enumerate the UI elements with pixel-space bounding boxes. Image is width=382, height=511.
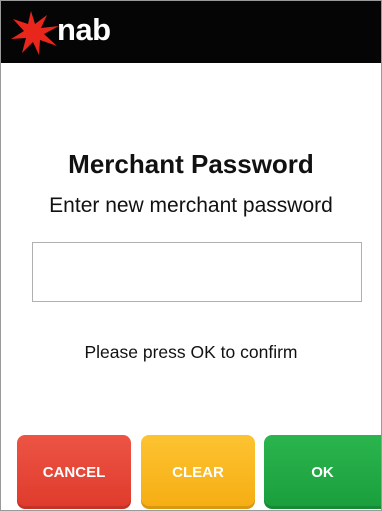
terminal-screen: nab Merchant Password Enter new merchant…: [0, 0, 382, 511]
header-bar: nab: [1, 1, 381, 63]
nab-logo: nab: [9, 7, 111, 57]
cancel-button[interactable]: CANCEL: [17, 435, 131, 509]
instruction-text: Enter new merchant password: [49, 194, 333, 217]
nab-star-icon: [11, 11, 59, 55]
ok-button[interactable]: OK: [264, 435, 381, 509]
brand-name: nab: [57, 12, 111, 47]
page-title: Merchant Password: [68, 149, 314, 179]
merchant-password-input[interactable]: [32, 242, 362, 302]
confirm-hint: Please press OK to confirm: [84, 342, 298, 362]
clear-button[interactable]: CLEAR: [141, 435, 255, 509]
